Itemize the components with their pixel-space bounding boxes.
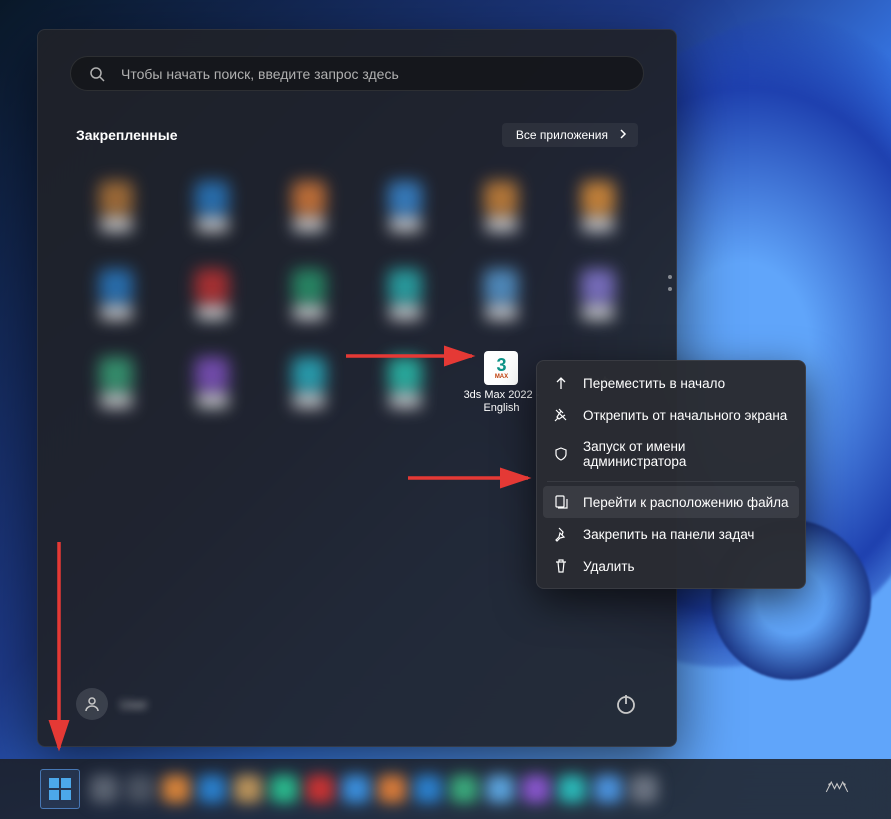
menu-item-run-as-admin[interactable]: Запуск от имени администратора — [543, 431, 799, 477]
app-tile[interactable]: ████ — [70, 165, 162, 249]
app-tile[interactable]: ████ — [166, 253, 258, 337]
menu-item-label: Удалить — [583, 559, 635, 574]
avatar-icon — [76, 688, 108, 720]
taskbar-app-icon[interactable] — [630, 775, 658, 803]
start-button[interactable] — [40, 769, 80, 809]
all-apps-label: Все приложения — [516, 128, 608, 142]
taskbar-app-icon[interactable] — [450, 775, 478, 803]
menu-item-move-to-front[interactable]: Переместить в начало — [543, 367, 799, 399]
menu-item-label: Перейти к расположению файла — [583, 495, 789, 510]
app-tile[interactable]: ████ — [166, 165, 258, 249]
app-tile[interactable]: ████ — [263, 341, 355, 425]
taskbar-app-icon[interactable] — [198, 775, 226, 803]
arrow-up-icon — [553, 375, 569, 391]
app-tile[interactable]: ████ — [263, 165, 355, 249]
username: User — [120, 697, 147, 712]
app-tile-3dsmax[interactable]: 3MAX 3ds Max 2022 - English — [455, 341, 547, 425]
taskbar-app-icon[interactable] — [522, 775, 550, 803]
app-tile[interactable]: ████ — [166, 341, 258, 425]
app-tile[interactable]: ████ — [359, 253, 451, 337]
search-placeholder: Чтобы начать поиск, введите запрос здесь — [121, 66, 399, 82]
menu-item-open-file-location[interactable]: Перейти к расположению файла — [543, 486, 799, 518]
context-menu: Переместить в начало Открепить от началь… — [536, 360, 806, 589]
app-tile[interactable]: ████ — [359, 341, 451, 425]
trash-icon — [553, 558, 569, 574]
taskbar-app-icon[interactable] — [378, 775, 406, 803]
taskbar-app-icon[interactable] — [594, 775, 622, 803]
user-account-button[interactable]: User — [76, 688, 147, 720]
app-tile[interactable]: ████ — [359, 165, 451, 249]
app-tile[interactable]: ████ — [552, 165, 644, 249]
taskbar-app-icon[interactable] — [126, 775, 154, 803]
app-tile[interactable]: ████ — [70, 341, 162, 425]
pin-icon — [553, 526, 569, 542]
search-input[interactable]: Чтобы начать поиск, введите запрос здесь — [70, 56, 644, 91]
menu-item-label: Открепить от начального экрана — [583, 408, 787, 423]
3dsmax-icon: 3MAX — [484, 351, 518, 385]
all-apps-button[interactable]: Все приложения — [502, 123, 638, 147]
file-location-icon — [553, 494, 569, 510]
taskbar-app-icon[interactable] — [270, 775, 298, 803]
menu-separator — [547, 481, 795, 482]
pinned-header: Закрепленные Все приложения — [70, 123, 644, 147]
taskbar-app-icon[interactable] — [486, 775, 514, 803]
app-tile[interactable]: ████ — [552, 253, 644, 337]
taskbar-app-icon[interactable] — [558, 775, 586, 803]
taskbar-app-icon[interactable] — [414, 775, 442, 803]
tray-chitubox-icon[interactable] — [823, 776, 851, 803]
menu-item-label: Закрепить на панели задач — [583, 527, 754, 542]
menu-item-unpin-start[interactable]: Открепить от начального экрана — [543, 399, 799, 431]
menu-item-pin-taskbar[interactable]: Закрепить на панели задач — [543, 518, 799, 550]
start-menu-footer: User — [70, 688, 644, 720]
taskbar — [0, 759, 891, 819]
app-tile[interactable]: ████ — [70, 253, 162, 337]
pinned-section-title: Закрепленные — [76, 127, 178, 143]
pagination-dots[interactable] — [668, 275, 672, 291]
windows-logo-icon — [49, 778, 71, 800]
menu-item-label: Запуск от имени администратора — [583, 439, 789, 469]
app-tile[interactable]: ████ — [263, 253, 355, 337]
power-button[interactable] — [614, 692, 638, 716]
menu-item-delete[interactable]: Удалить — [543, 550, 799, 582]
taskbar-pinned-apps — [90, 775, 658, 803]
taskbar-app-icon[interactable] — [90, 775, 118, 803]
app-tile-label: 3ds Max 2022 - English — [456, 389, 546, 415]
taskbar-app-icon[interactable] — [234, 775, 262, 803]
taskbar-app-icon[interactable] — [162, 775, 190, 803]
search-icon — [89, 66, 105, 82]
taskbar-app-icon[interactable] — [342, 775, 370, 803]
taskbar-tray — [823, 776, 851, 803]
app-tile[interactable]: ████ — [455, 253, 547, 337]
app-tile[interactable]: ████ — [455, 165, 547, 249]
shield-icon — [553, 446, 569, 462]
chevron-right-icon — [618, 128, 628, 142]
taskbar-app-icon[interactable] — [306, 775, 334, 803]
unpin-icon — [553, 407, 569, 423]
menu-item-label: Переместить в начало — [583, 376, 725, 391]
